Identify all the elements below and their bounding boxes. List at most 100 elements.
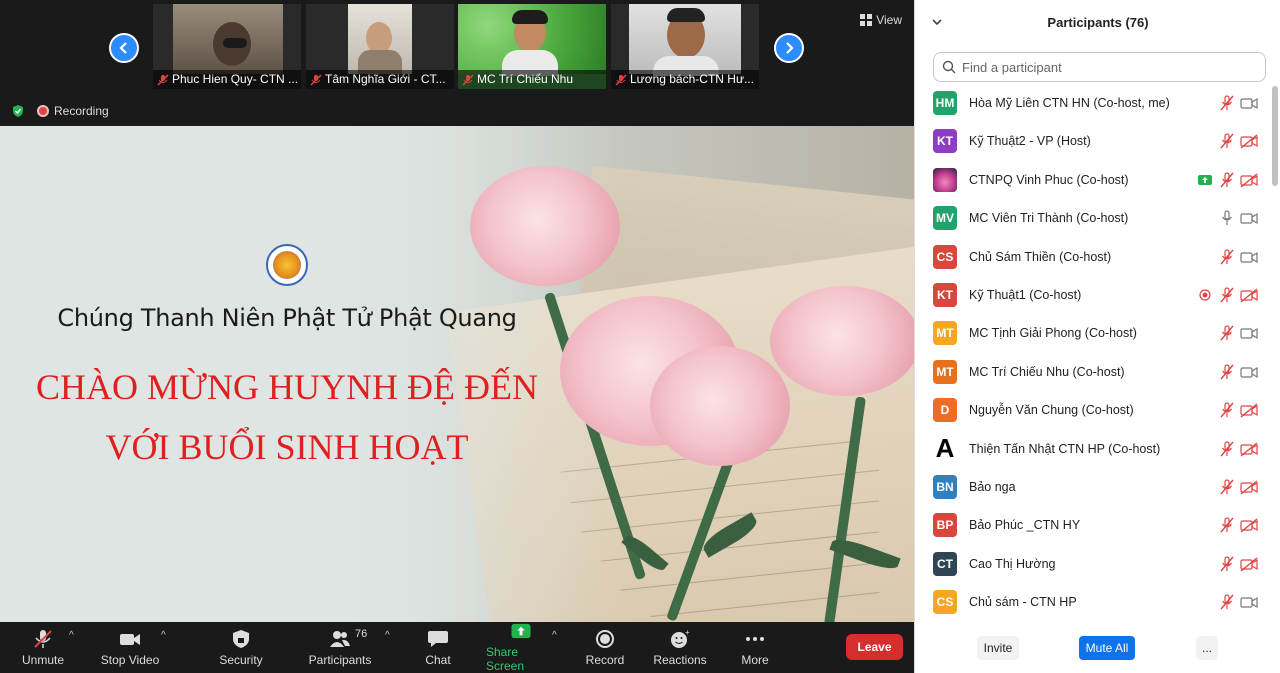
reactions-button[interactable]: + Reactions	[652, 622, 708, 673]
video-off-icon[interactable]	[1240, 287, 1258, 303]
mic-muted-icon[interactable]	[1219, 479, 1235, 495]
mic-muted-icon[interactable]	[1219, 402, 1235, 418]
more-dots-icon	[746, 636, 764, 641]
participant-list-scrollbar[interactable]	[1272, 86, 1278, 186]
video-thumbnail[interactable]: Lương bách-CTN Hư...	[611, 4, 759, 89]
mic-muted-icon[interactable]	[1219, 287, 1235, 303]
participant-name: MC Viên Tri Thành (Co-host)	[969, 211, 1129, 226]
participant-row[interactable]: KT Kỹ Thuật1 (Co-host)	[915, 276, 1270, 314]
video-off-icon[interactable]	[1240, 441, 1258, 457]
participant-row[interactable]: MT MC Tịnh Giải Phong (Co-host)	[915, 314, 1270, 352]
participant-avatar: CS	[933, 244, 957, 269]
participant-avatar: A	[933, 433, 957, 463]
share-screen-button[interactable]: Share Screen	[486, 622, 556, 673]
share-screen-icon	[511, 623, 531, 639]
record-button[interactable]: Record	[584, 622, 626, 673]
pink-carnation	[470, 166, 620, 286]
grid-view-icon	[860, 14, 873, 26]
mic-muted-icon[interactable]	[1219, 95, 1235, 111]
recording-indicator[interactable]: Recording	[37, 104, 109, 118]
video-off-icon[interactable]	[1240, 402, 1258, 418]
participant-row[interactable]: MT MC Trí Chiếu Nhu (Co-host)	[915, 353, 1270, 391]
stop-video-button[interactable]: Stop Video	[98, 622, 162, 673]
mic-muted-icon[interactable]	[1219, 556, 1235, 572]
participant-row[interactable]: BP Bảo Phúc _CTN HY	[915, 506, 1270, 544]
video-camera-icon[interactable]	[1240, 95, 1258, 111]
mic-muted-icon[interactable]	[1219, 440, 1235, 457]
participant-row[interactable]: CS Chủ sám - CTN HP	[915, 583, 1270, 620]
participant-list: HM Hòa Mỹ Liên CTN HN (Co-host, me) KT Kỹ T…	[915, 84, 1270, 620]
slide-welcome-line-1: CHÀO MỪNG HUYNH ĐỆ ĐẾN	[36, 367, 538, 407]
video-thumbnail[interactable]: Tâm Nghĩa Giới - CT...	[306, 4, 454, 89]
chat-button[interactable]: Chat	[418, 622, 458, 673]
video-off-icon[interactable]	[1240, 517, 1258, 533]
panel-more-button[interactable]: ...	[1196, 636, 1218, 660]
more-button[interactable]: More	[738, 622, 772, 673]
video-off-icon[interactable]	[1240, 556, 1258, 572]
video-off-icon[interactable]	[1240, 172, 1258, 188]
mic-muted-icon[interactable]	[1219, 517, 1235, 533]
invite-button[interactable]: Invite	[977, 636, 1019, 660]
participant-row[interactable]: CTNPQ Vinh Phuc (Co-host)	[915, 161, 1270, 199]
participant-avatar: KT	[933, 283, 957, 307]
svg-text:+: +	[685, 629, 690, 637]
meeting-status-row: Recording	[0, 98, 914, 124]
video-camera-icon[interactable]	[1240, 594, 1258, 610]
video-camera-icon[interactable]	[1240, 364, 1258, 380]
chevron-right-icon	[786, 42, 794, 54]
participants-panel: Participants (76) HM Hòa Mỹ Liên CTN HN (…	[914, 0, 1280, 673]
video-camera-icon[interactable]	[1240, 210, 1258, 226]
audio-options-caret-icon[interactable]: ^	[69, 630, 74, 641]
view-label: View	[876, 13, 902, 27]
participant-row[interactable]: CS Chủ Sám Thiền (Co-host)	[915, 238, 1270, 276]
participants-options-caret-icon[interactable]: ^	[385, 630, 390, 641]
chevron-left-icon	[119, 42, 127, 54]
mic-muted-icon[interactable]	[1219, 325, 1235, 341]
slide-welcome-line-2: VỚI BUỔI SINH HOẠT	[105, 427, 469, 467]
search-input[interactable]	[962, 59, 1242, 75]
participants-icon	[330, 630, 350, 647]
participant-name: Bảo Phúc _CTN HY	[969, 518, 1081, 533]
mic-icon[interactable]	[1219, 210, 1235, 226]
mic-muted-icon	[615, 73, 627, 86]
mute-all-button[interactable]: Mute All	[1079, 636, 1135, 660]
share-options-caret-icon[interactable]: ^	[552, 630, 557, 641]
thumbnail-name: MC Trí Chiếu Nhu	[477, 72, 574, 86]
leave-button[interactable]: Leave	[846, 634, 903, 660]
next-page-button[interactable]	[774, 33, 804, 63]
participants-label: Participants	[308, 652, 372, 667]
mic-muted-icon[interactable]	[1219, 594, 1235, 610]
participant-avatar	[933, 167, 957, 192]
participant-row[interactable]: KT Kỹ Thuật2 - VP (Host)	[915, 122, 1270, 160]
mic-muted-icon[interactable]	[1219, 248, 1235, 265]
mic-muted-icon[interactable]	[1219, 133, 1235, 149]
meeting-area: Phuc Hien Quy- CTN ... Tâm Nghĩa Giới - …	[0, 0, 914, 673]
mic-muted-icon[interactable]	[1219, 172, 1235, 188]
video-off-icon[interactable]	[1240, 133, 1258, 149]
participant-name: Thiện Tấn Nhật CTN HP (Co-host)	[969, 441, 1161, 456]
previous-page-button[interactable]	[109, 33, 139, 63]
security-button[interactable]: Security	[214, 622, 268, 673]
encryption-shield-icon[interactable]	[11, 104, 25, 118]
video-camera-icon[interactable]	[1240, 249, 1258, 265]
video-thumbnail-active-speaker[interactable]: MC Trí Chiếu Nhu	[458, 4, 606, 89]
video-off-icon[interactable]	[1240, 479, 1258, 495]
screen-sharing-icon	[1198, 174, 1212, 185]
video-options-caret-icon[interactable]: ^	[161, 630, 166, 641]
participant-row[interactable]: BN Bảo nga	[915, 468, 1270, 506]
organization-logo	[266, 244, 308, 286]
unmute-button[interactable]: Unmute	[14, 622, 72, 673]
participant-search-box[interactable]	[933, 52, 1266, 82]
participant-row[interactable]: A Thiện Tấn Nhật CTN HP (Co-host)	[915, 430, 1270, 468]
participant-row[interactable]: HM Hòa Mỹ Liên CTN HN (Co-host, me)	[915, 84, 1270, 122]
video-thumbnail-strip: Phuc Hien Quy- CTN ... Tâm Nghĩa Giới - …	[0, 0, 914, 95]
participant-name: Hòa Mỹ Liên CTN HN (Co-host, me)	[969, 96, 1170, 110]
video-camera-icon[interactable]	[1240, 325, 1258, 341]
view-button[interactable]: View	[854, 10, 908, 30]
participant-row[interactable]: D Nguyễn Văn Chung (Co-host)	[915, 391, 1270, 429]
mic-muted-icon[interactable]	[1219, 364, 1235, 380]
participant-row[interactable]: CT Cao Thị Hường	[915, 545, 1270, 583]
video-thumbnail[interactable]: Phuc Hien Quy- CTN ...	[153, 4, 301, 89]
participant-row[interactable]: MV MC Viên Tri Thành (Co-host)	[915, 199, 1270, 237]
participant-video	[458, 4, 606, 76]
